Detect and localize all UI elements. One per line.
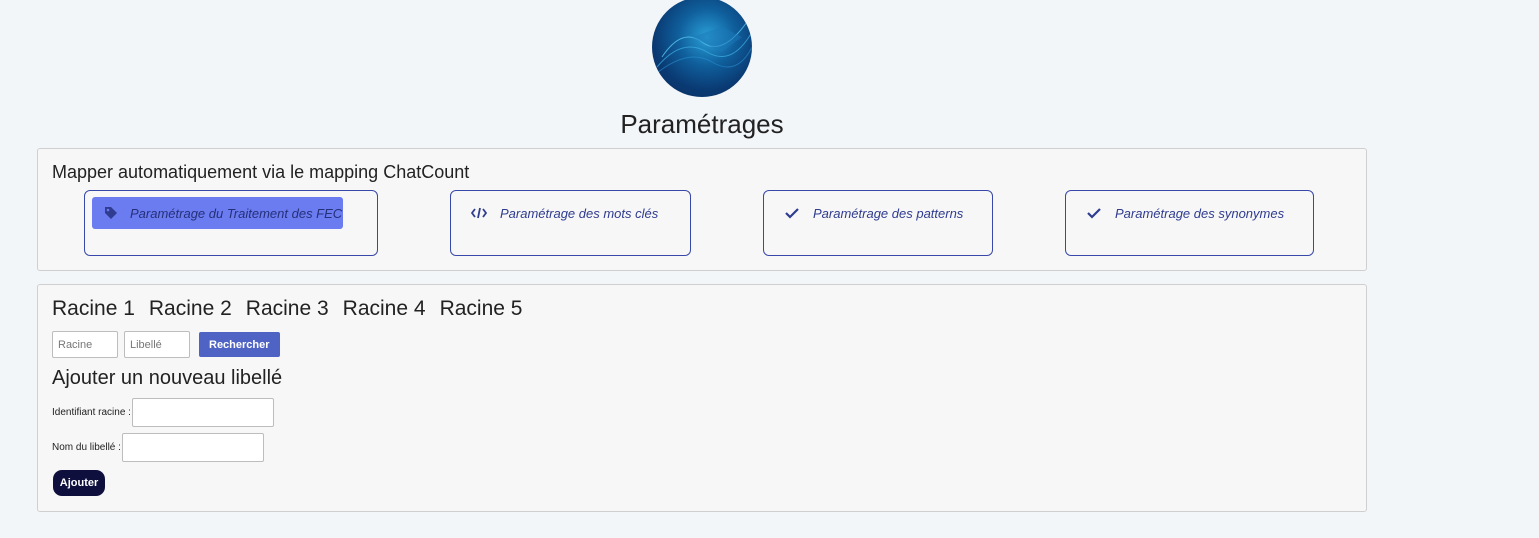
libelle-name-input[interactable] [121, 433, 264, 462]
card-label: Paramétrage des mots clés [500, 205, 659, 221]
roots-tabs: Racine 1 Racine 2 Racine 3 Racine 4 Raci… [52, 297, 522, 321]
racine-search-input[interactable] [52, 331, 118, 358]
card-label: Paramétrage des patterns [813, 205, 964, 221]
libelle-search-input[interactable] [124, 331, 190, 358]
search-button[interactable]: Rechercher [199, 332, 280, 357]
card-patterns-settings[interactable]: Paramétrage des patterns [763, 190, 993, 256]
id-racine-label: Identifiant racine : [52, 407, 131, 418]
check-icon [1085, 207, 1103, 219]
card-patterns-settings-button[interactable]: Paramétrage des patterns [771, 197, 975, 229]
id-racine-row: Identifiant racine : [52, 398, 274, 427]
app-logo [652, 0, 752, 97]
card-fec-settings-button[interactable]: Paramétrage du Traitement des FEC [92, 197, 343, 229]
tab-racine-3[interactable]: Racine 3 [246, 297, 329, 321]
page-title: Paramétrages [620, 109, 784, 139]
tab-racine-4[interactable]: Racine 4 [343, 297, 426, 321]
card-keywords-settings-button[interactable]: Paramétrage des mots clés [458, 197, 670, 229]
card-keywords-settings[interactable]: Paramétrage des mots clés [450, 190, 691, 256]
card-synonyms-settings[interactable]: Paramétrage des synonymes [1065, 190, 1314, 256]
add-label-title: Ajouter un nouveau libellé [52, 367, 283, 389]
card-fec-settings[interactable]: Paramétrage du Traitement des FEC [84, 190, 378, 256]
tag-icon [104, 206, 118, 220]
tab-racine-2[interactable]: Racine 2 [149, 297, 232, 321]
card-synonyms-settings-button[interactable]: Paramétrage des synonymes [1073, 197, 1296, 229]
mapping-title: Mapper automatiquement via le mapping Ch… [52, 162, 470, 182]
libelle-name-row: Nom du libellé : [52, 433, 264, 462]
tab-racine-1[interactable]: Racine 1 [52, 297, 135, 321]
tab-racine-5[interactable]: Racine 5 [440, 297, 523, 321]
code-icon [470, 207, 488, 219]
mapping-panel: Mapper automatiquement via le mapping Ch… [37, 148, 1367, 271]
search-row: Rechercher [52, 331, 280, 358]
check-icon [783, 207, 801, 219]
id-racine-input[interactable] [131, 398, 274, 427]
card-label: Paramétrage des synonymes [1115, 205, 1285, 221]
add-button[interactable]: Ajouter [53, 470, 105, 496]
card-label: Paramétrage du Traitement des FEC [130, 205, 343, 221]
roots-panel: Racine 1 Racine 2 Racine 3 Racine 4 Raci… [37, 284, 1367, 512]
libelle-name-label: Nom du libellé : [52, 442, 121, 453]
